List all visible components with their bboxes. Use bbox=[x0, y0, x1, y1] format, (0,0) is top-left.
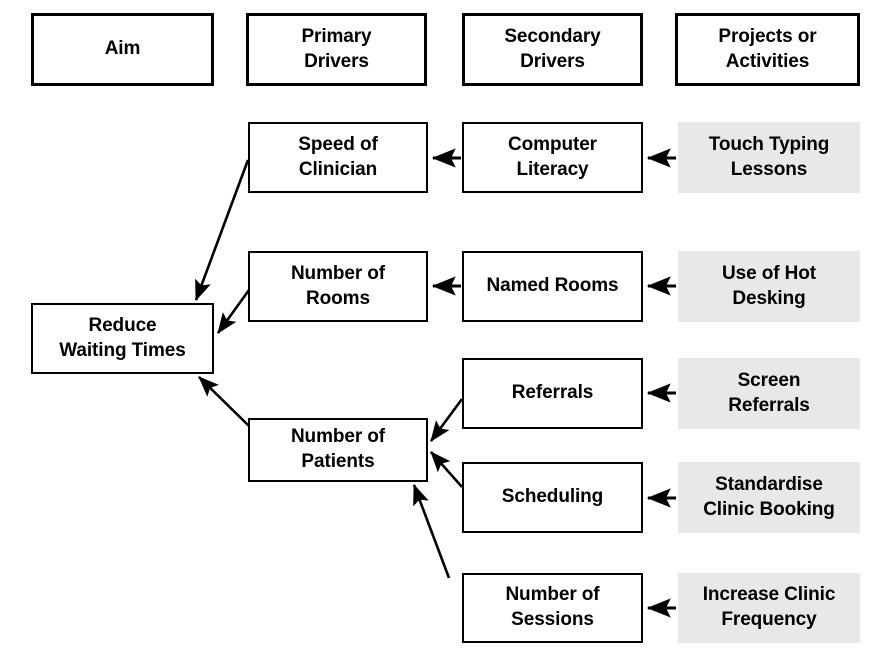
connector-number-of-sessions-to-number-of-patients bbox=[412, 484, 451, 579]
node-speed-of-clinician-label: Speed of Clinician bbox=[298, 133, 378, 180]
node-increase-clinic-frequency[interactable]: Increase Clinic Frequency bbox=[678, 573, 860, 643]
connector-speed-of-clinician-to-reduce-waiting-times bbox=[194, 159, 250, 301]
node-screen-referrals[interactable]: Screen Referrals bbox=[678, 358, 860, 429]
column-header-secondary-drivers: Secondary Drivers bbox=[462, 13, 643, 86]
node-referrals-label: Referrals bbox=[511, 382, 594, 404]
node-standardise-clinic-booking[interactable]: Standardise Clinic Booking bbox=[678, 462, 860, 533]
driver-diagram-canvas: Aim Primary Drivers Secondary Drivers Proj… bbox=[0, 0, 873, 657]
column-header-projects-or-activities: Projects or Activities bbox=[675, 13, 860, 86]
connector-number-of-rooms-to-reduce-waiting-times bbox=[216, 289, 251, 334]
node-standardise-clinic-booking-label: Standardise Clinic Booking bbox=[703, 473, 835, 520]
node-touch-typing-lessons[interactable]: Touch Typing Lessons bbox=[678, 122, 860, 193]
node-number-of-patients[interactable]: Number of Patients bbox=[248, 418, 428, 482]
node-named-rooms-label: Named Rooms bbox=[486, 275, 619, 297]
node-reduce-waiting-times[interactable]: Reduce Waiting Times bbox=[31, 303, 214, 374]
node-use-of-hot-desking[interactable]: Use of Hot Desking bbox=[678, 251, 860, 322]
node-number-of-sessions-label: Number of Sessions bbox=[505, 584, 600, 630]
column-header-secondary-drivers-label: Secondary Drivers bbox=[504, 25, 601, 72]
node-named-rooms[interactable]: Named Rooms bbox=[462, 251, 643, 322]
node-number-of-patients-label: Number of Patients bbox=[290, 426, 386, 472]
column-header-primary-drivers-label: Primary Drivers bbox=[301, 25, 372, 72]
node-reduce-waiting-times-label: Reduce Waiting Times bbox=[59, 314, 186, 361]
node-increase-clinic-frequency-label: Increase Clinic Frequency bbox=[702, 584, 836, 630]
node-scheduling[interactable]: Scheduling bbox=[462, 462, 643, 533]
connector-number-of-patients-to-reduce-waiting-times bbox=[198, 376, 251, 428]
node-scheduling-label: Scheduling bbox=[501, 486, 604, 508]
node-screen-referrals-label: Screen Referrals bbox=[728, 369, 810, 416]
column-header-aim-label: Aim bbox=[104, 38, 141, 60]
node-speed-of-clinician[interactable]: Speed of Clinician bbox=[248, 122, 428, 193]
column-header-aim: Aim bbox=[31, 13, 214, 86]
connector-referrals-to-number-of-patients bbox=[429, 398, 464, 442]
node-number-of-rooms[interactable]: Number of Rooms bbox=[248, 251, 428, 322]
node-number-of-sessions[interactable]: Number of Sessions bbox=[462, 573, 643, 643]
node-use-of-hot-desking-label: Use of Hot Desking bbox=[721, 262, 816, 309]
node-computer-literacy[interactable]: Computer Literacy bbox=[462, 122, 643, 193]
node-computer-literacy-label: Computer Literacy bbox=[508, 133, 597, 180]
column-header-primary-drivers: Primary Drivers bbox=[246, 13, 427, 86]
column-header-projects-or-activities-label: Projects or Activities bbox=[718, 25, 817, 72]
node-referrals[interactable]: Referrals bbox=[462, 358, 643, 429]
node-number-of-rooms-label: Number of Rooms bbox=[290, 262, 386, 309]
node-touch-typing-lessons-label: Touch Typing Lessons bbox=[708, 133, 830, 180]
connector-scheduling-to-number-of-patients bbox=[430, 451, 463, 488]
